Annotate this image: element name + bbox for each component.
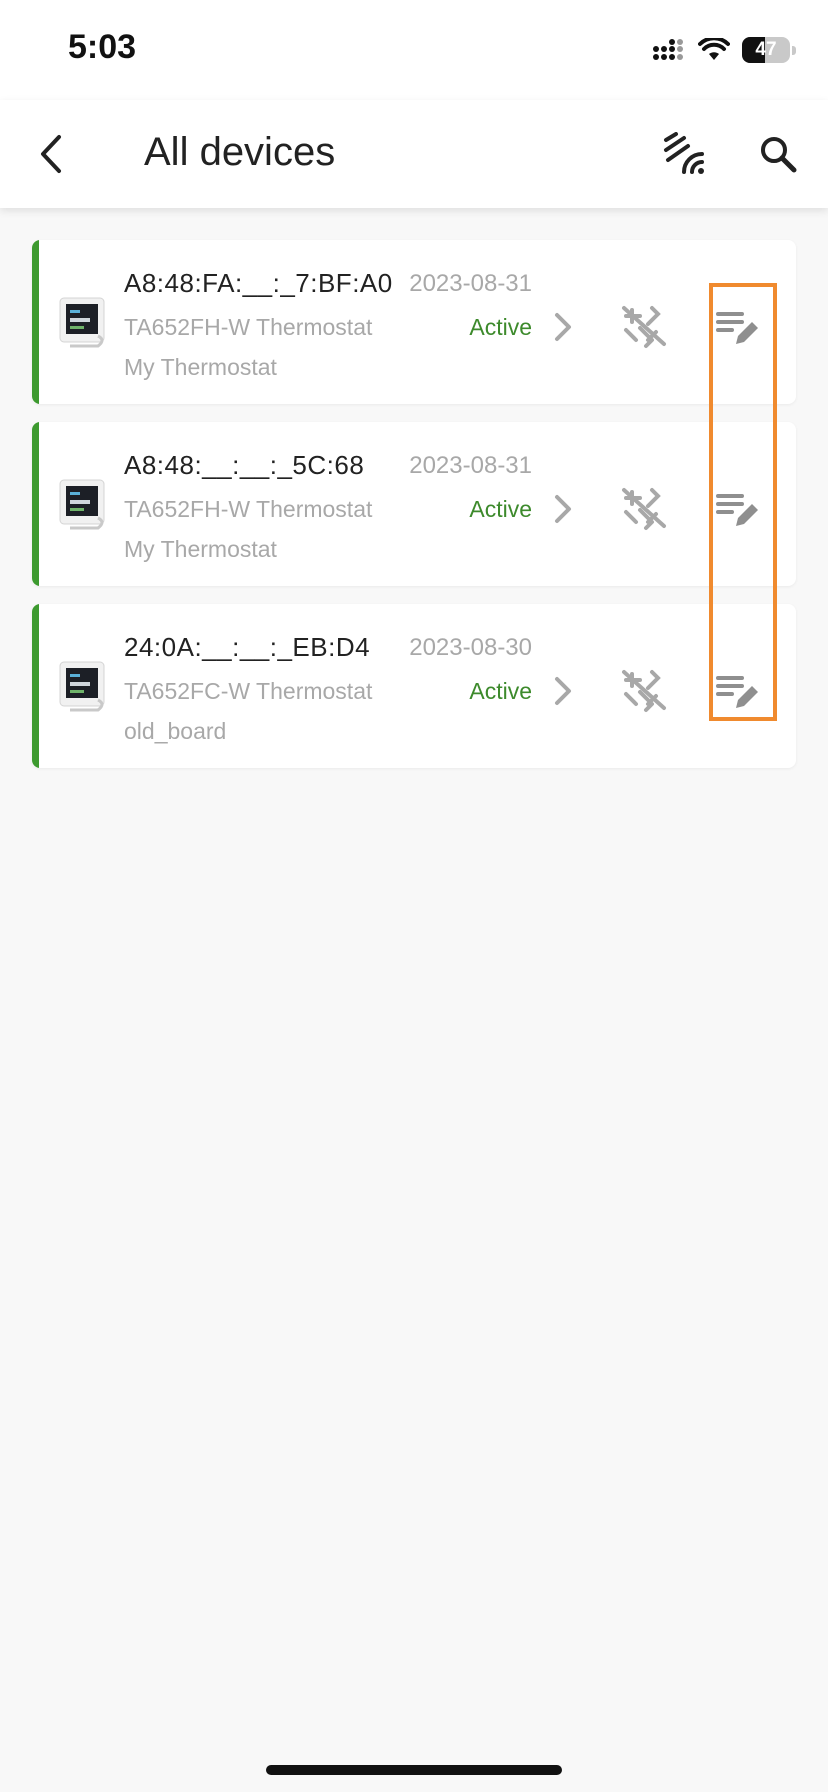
- device-card[interactable]: 24:0A:__:__:_EB:D4 2023-08-30 TA652FC-W …: [32, 604, 796, 768]
- status-accent-bar: [32, 422, 39, 586]
- nfc-signal-icon: [664, 132, 704, 174]
- device-model: TA652FH-W Thermostat: [124, 496, 373, 522]
- device-date: 2023-08-31: [409, 452, 532, 479]
- home-indicator: [266, 1765, 562, 1775]
- chevron-right-icon[interactable]: [546, 674, 580, 708]
- device-model: TA652FH-W Thermostat: [124, 314, 373, 340]
- device-status: Active: [469, 678, 532, 704]
- device-list: A8:48:FA:__:_7:BF:A0 2023-08-31 TA652FH-…: [32, 240, 796, 786]
- unlink-icon[interactable]: [618, 664, 670, 716]
- app-bar: All devices: [0, 100, 828, 208]
- device-name: old_board: [124, 718, 227, 744]
- device-card[interactable]: A8:48:__:__:_5C:68 2023-08-31 TA652FH-W …: [32, 422, 796, 586]
- device-card[interactable]: A8:48:FA:__:_7:BF:A0 2023-08-31 TA652FH-…: [32, 240, 796, 404]
- unlink-icon[interactable]: [618, 300, 670, 352]
- wifi-icon: [698, 38, 730, 60]
- status-accent-bar: [32, 604, 39, 768]
- device-name: My Thermostat: [124, 354, 277, 380]
- cellular-signal-icon: [653, 39, 683, 60]
- status-bar: 5:03 47: [0, 0, 828, 100]
- device-name: My Thermostat: [124, 536, 277, 562]
- device-date: 2023-08-30: [409, 634, 532, 661]
- highlight-annotation-box: [709, 283, 777, 721]
- status-icons: 47: [652, 34, 796, 66]
- search-button[interactable]: [748, 124, 808, 184]
- device-mac: 24:0A:__:__:_EB:D4: [124, 632, 371, 662]
- device-status: Active: [469, 314, 532, 340]
- status-time: 5:03: [68, 28, 137, 66]
- back-button[interactable]: [22, 124, 82, 184]
- search-icon: [761, 137, 797, 173]
- device-date: 2023-08-31: [409, 270, 532, 297]
- device-mac: A8:48:__:__:_5C:68: [124, 450, 365, 480]
- chevron-right-icon[interactable]: [546, 492, 580, 526]
- chevron-right-icon[interactable]: [546, 310, 580, 344]
- thermostat-thumbnail: [59, 479, 105, 530]
- battery-icon: 47: [742, 37, 790, 63]
- status-accent-bar: [32, 240, 39, 404]
- device-mac: A8:48:FA:__:_7:BF:A0: [124, 268, 393, 298]
- battery-level: 47: [755, 39, 777, 60]
- device-model: TA652FC-W Thermostat: [124, 678, 373, 704]
- battery-cap: [792, 45, 796, 55]
- unlink-icon[interactable]: [618, 482, 670, 534]
- thermostat-thumbnail: [59, 297, 105, 348]
- chevron-left-icon: [41, 135, 61, 173]
- device-status: Active: [469, 496, 532, 522]
- nfc-scan-button[interactable]: [654, 124, 714, 184]
- thermostat-thumbnail: [59, 661, 105, 712]
- page-title: All devices: [144, 130, 336, 174]
